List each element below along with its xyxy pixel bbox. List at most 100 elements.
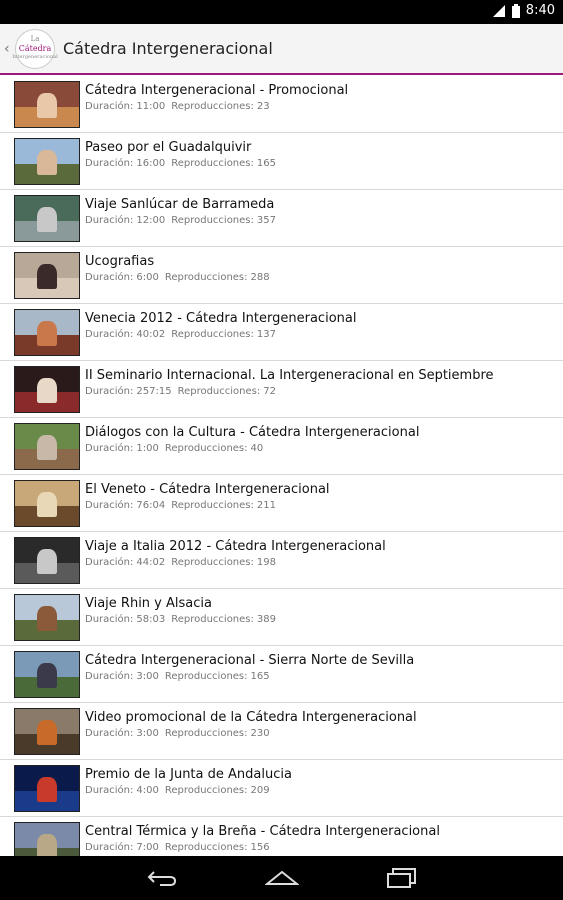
video-list-item[interactable]: Cátedra Intergeneracional - Sierra Norte… [0, 646, 563, 703]
plays-label: Reproducciones: [164, 272, 248, 283]
duration-value: 12:00 [136, 215, 166, 226]
status-bar: 8:40 [0, 0, 563, 24]
video-thumbnail [14, 651, 80, 698]
video-meta: Duración: 257:15 Reproducciones: 72 [85, 386, 276, 397]
video-title: Viaje Rhin y Alsacia [85, 596, 212, 611]
duration-label: Duración: [85, 785, 134, 796]
video-meta: Duración: 12:00 Reproducciones: 357 [85, 215, 276, 226]
video-list-item[interactable]: El Veneto - Cátedra Intergeneracional Dur… [0, 475, 563, 532]
recent-apps-icon[interactable] [382, 864, 422, 892]
video-title: Diálogos con la Cultura - Cátedra Interg… [85, 425, 420, 440]
plays-value: 209 [250, 785, 270, 796]
thumbnail-region [37, 207, 57, 232]
plays-label: Reproducciones: [171, 101, 254, 112]
video-title: II Seminario Internacional. La Intergene… [85, 368, 494, 383]
plays-label: Reproducciones: [171, 614, 254, 625]
video-meta: Duración: 4:00 Reproducciones: 209 [85, 785, 270, 796]
duration-value: 44:02 [136, 557, 166, 568]
video-thumbnail [14, 765, 80, 812]
video-meta: Duración: 58:03 Reproducciones: 389 [85, 614, 276, 625]
video-list-item[interactable]: Viaje Rhin y Alsacia Duración: 58:03 Reprod… [0, 589, 563, 646]
duration-label: Duración: [85, 500, 134, 511]
plays-value: 230 [250, 728, 270, 739]
video-meta: Duración: 40:02 Reproducciones: 137 [85, 329, 276, 340]
status-time: 8:40 [525, 3, 555, 18]
logo-line-1: La [30, 35, 40, 43]
duration-value: 3:00 [136, 671, 159, 682]
video-thumbnail [14, 423, 80, 470]
video-meta: Duración: 76:04 Reproducciones: 211 [85, 500, 276, 511]
duration-label: Duración: [85, 101, 134, 112]
home-icon[interactable] [262, 864, 302, 892]
video-list-item[interactable]: Cátedra Intergeneracional - Promocional D… [0, 76, 563, 133]
logo-line-3: Intergeneracional [12, 54, 58, 60]
plays-value: 198 [256, 557, 276, 568]
duration-value: 58:03 [136, 614, 166, 625]
thumbnail-region [37, 663, 57, 688]
plays-value: 165 [250, 671, 270, 682]
plays-value: 23 [256, 101, 270, 112]
plays-label: Reproducciones: [164, 785, 248, 796]
plays-value: 156 [250, 842, 270, 853]
video-meta: Duración: 44:02 Reproducciones: 198 [85, 557, 276, 568]
video-thumbnail [14, 309, 80, 356]
thumbnail-region [37, 93, 57, 118]
video-thumbnail [14, 366, 80, 413]
status-icons: 8:40 [492, 3, 555, 18]
duration-value: 6:00 [136, 272, 159, 283]
video-thumbnail [14, 537, 80, 584]
video-meta: Duración: 16:00 Reproducciones: 165 [85, 158, 276, 169]
duration-label: Duración: [85, 842, 134, 853]
video-thumbnail [14, 138, 80, 185]
video-list-item[interactable]: Venecia 2012 - Cátedra Intergeneracional… [0, 304, 563, 361]
video-thumbnail [14, 81, 80, 128]
plays-label: Reproducciones: [164, 842, 248, 853]
duration-label: Duración: [85, 215, 134, 226]
video-meta: Duración: 3:00 Reproducciones: 165 [85, 671, 270, 682]
duration-label: Duración: [85, 386, 134, 397]
video-thumbnail [14, 594, 80, 641]
duration-label: Duración: [85, 158, 134, 169]
video-list-item[interactable]: Ucografias Duración: 6:00 Reproducciones: 28… [0, 247, 563, 304]
video-list-item[interactable]: II Seminario Internacional. La Intergene… [0, 361, 563, 418]
video-title: Venecia 2012 - Cátedra Intergeneracional [85, 311, 357, 326]
duration-label: Duración: [85, 272, 134, 283]
duration-label: Duración: [85, 329, 134, 340]
battery-icon [511, 3, 520, 18]
duration-value: 7:00 [136, 842, 159, 853]
back-icon[interactable] [142, 864, 182, 892]
duration-label: Duración: [85, 614, 134, 625]
video-list-item[interactable]: Viaje Sanlúcar de Barrameda Duración: 12:0… [0, 190, 563, 247]
thumbnail-region [37, 777, 57, 802]
plays-label: Reproducciones: [164, 443, 248, 454]
plays-label: Reproducciones: [164, 671, 248, 682]
thumbnail-region [37, 321, 57, 346]
plays-value: 357 [256, 215, 276, 226]
thumbnail-region [37, 264, 57, 289]
duration-value: 4:00 [136, 785, 159, 796]
signal-icon [492, 4, 505, 17]
video-list-item[interactable]: Central Térmica y la Breña - Cátedra Int… [0, 817, 563, 856]
duration-label: Duración: [85, 671, 134, 682]
thumbnail-region [37, 378, 57, 403]
video-thumbnail [14, 195, 80, 242]
app-logo[interactable]: La Cátedra Intergeneracional [12, 28, 58, 69]
video-list-item[interactable]: Premio de la Junta de Andalucia Duración:… [0, 760, 563, 817]
video-title: Paseo por el Guadalquivir [85, 140, 252, 155]
video-list-item[interactable]: Paseo por el Guadalquivir Duración: 16:00 R… [0, 133, 563, 190]
thumbnail-region [37, 606, 57, 631]
duration-label: Duración: [85, 443, 134, 454]
video-title: Video promocional de la Cátedra Intergen… [85, 710, 417, 725]
duration-value: 16:00 [136, 158, 166, 169]
video-list-item[interactable]: Diálogos con la Cultura - Cátedra Interg… [0, 418, 563, 475]
video-list[interactable]: Cátedra Intergeneracional - Promocional D… [0, 76, 563, 856]
video-list-item[interactable]: Video promocional de la Cátedra Intergen… [0, 703, 563, 760]
video-list-item[interactable]: Viaje a Italia 2012 - Cátedra Intergener… [0, 532, 563, 589]
plays-value: 40 [250, 443, 264, 454]
plays-label: Reproducciones: [171, 500, 254, 511]
plays-value: 137 [256, 329, 276, 340]
video-thumbnail [14, 708, 80, 755]
duration-value: 1:00 [136, 443, 159, 454]
video-title: Viaje Sanlúcar de Barrameda [85, 197, 275, 212]
plays-label: Reproducciones: [171, 329, 254, 340]
